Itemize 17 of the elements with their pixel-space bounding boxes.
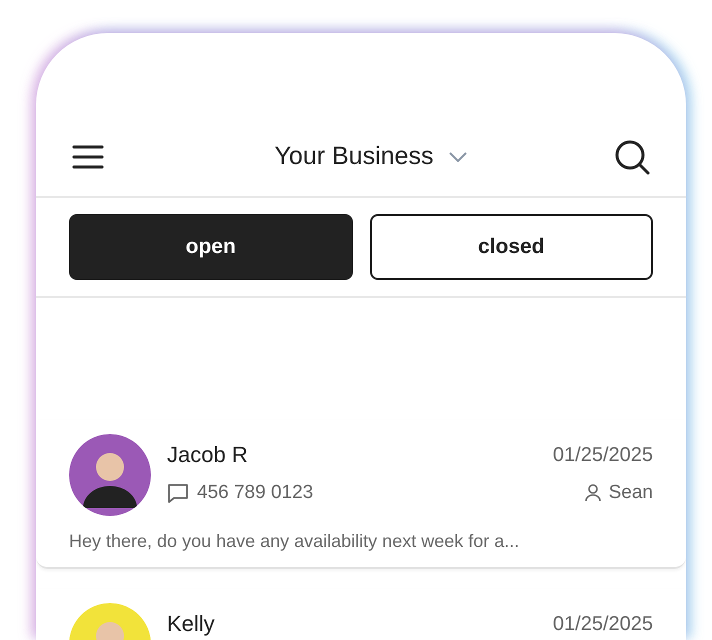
phone-number: 456 789 0123 [197,481,314,505]
business-name[interactable]: Your Business [274,138,434,176]
assignee-name: Sean [608,481,653,505]
status-tab[interactable]: closed [370,214,653,280]
message-date: 01/25/2025 [552,612,653,636]
person-icon [584,484,601,502]
contact-name: Kelly [167,610,215,638]
contact-name: Jacob R [167,441,248,469]
status-tab[interactable]: open [69,214,352,280]
chat-bubble-icon [167,482,189,504]
conversation-card[interactable]: Jacob R 01/25/2025 456 789 0123 Sean Hey there, do you have any availability next week for a... [36,420,686,569]
search-icon[interactable] [614,139,650,175]
conversation-card[interactable]: Kelly 01/25/2025 [36,589,686,640]
message-preview: Hey there, do you have any availability next week for a... [69,530,520,553]
chevron-down-icon[interactable] [449,152,468,162]
message-date: 01/25/2025 [552,442,653,468]
menu-icon[interactable] [72,144,104,170]
